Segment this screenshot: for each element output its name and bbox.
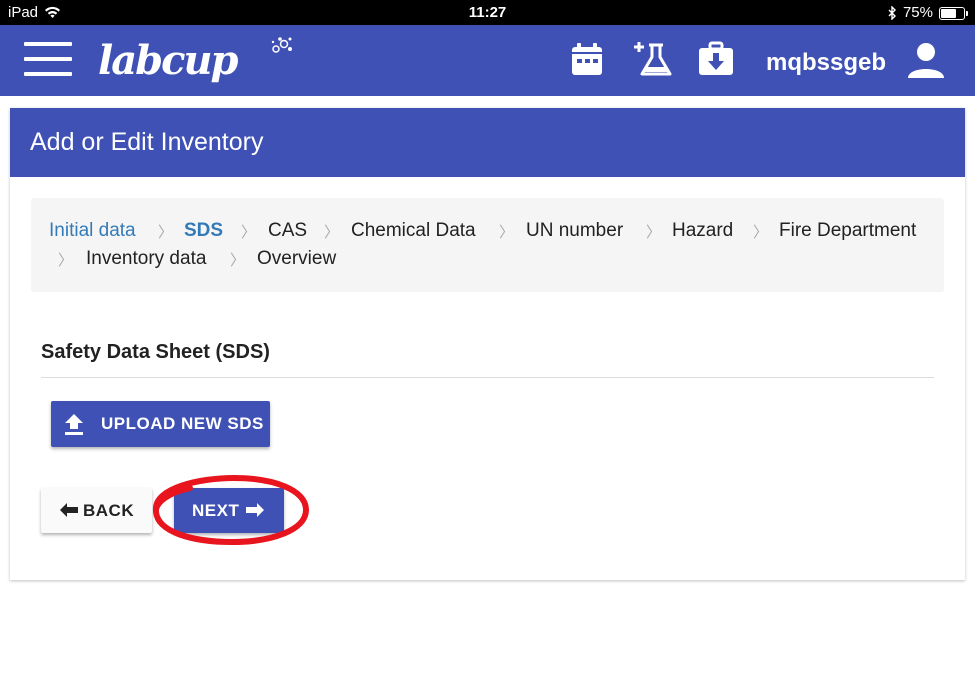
battery-level [941,8,956,18]
breadcrumb-separator: 〉 [646,224,662,241]
breadcrumb-un-number[interactable]: UN number [526,220,623,242]
next-button[interactable]: NEXT [174,488,284,533]
user-icon[interactable] [906,40,946,80]
breadcrumb-chemical-data[interactable]: Chemical Data [351,220,476,242]
breadcrumb-separator: 〉 [158,224,174,241]
divider [41,377,934,378]
page-title: Add or Edit Inventory [30,128,264,156]
app-bar: labcup mqbssgeb [0,25,975,96]
logo-text: labcup [98,37,238,84]
breadcrumb-separator: 〉 [753,224,769,241]
arrow-right-icon [246,503,264,517]
back-button[interactable]: BACK [41,488,152,533]
briefcase-download-icon[interactable] [696,39,736,79]
breadcrumb-separator: 〉 [241,224,257,241]
bluetooth-icon [888,5,896,20]
bubbles-icon [271,37,292,53]
calendar-icon[interactable] [567,39,607,79]
breadcrumb-separator: 〉 [230,252,246,269]
section-title: Safety Data Sheet (SDS) [41,341,270,363]
upload-icon [65,414,83,435]
arrow-left-icon [60,503,78,517]
upload-button-label: UPLOAD NEW SDS [101,414,264,433]
status-right: 75% [888,4,968,21]
breadcrumb-inventory-data[interactable]: Inventory data [86,248,206,270]
breadcrumb-initial-data[interactable]: Initial data [49,220,136,242]
next-button-label: NEXT [192,501,240,520]
clock: 11:27 [468,4,507,21]
status-bar: iPad 11:27 75% [0,0,975,25]
inventory-card: Add or Edit Inventory Initial data 〉 SDS… [10,108,965,580]
back-button-label: BACK [83,501,135,520]
menu-icon[interactable] [24,42,72,76]
breadcrumb-separator: 〉 [499,224,515,241]
breadcrumb: Initial data 〉 SDS 〉 CAS 〉 Chemical Data… [31,198,944,292]
upload-new-sds-button[interactable]: UPLOAD NEW SDS [51,401,270,447]
breadcrumb-overview[interactable]: Overview [257,248,336,270]
breadcrumb-fire-department[interactable]: Fire Department [779,220,916,242]
battery-percent: 75% [902,4,933,21]
card-header: Add or Edit Inventory [10,108,965,177]
breadcrumb-separator: 〉 [58,252,74,269]
add-flask-icon[interactable] [632,39,672,79]
breadcrumb-separator: 〉 [324,224,340,241]
battery-icon [939,6,968,20]
breadcrumb-sds[interactable]: SDS [184,220,223,242]
breadcrumb-hazard[interactable]: Hazard [672,220,733,242]
labcup-logo[interactable]: labcup [98,37,292,84]
username[interactable]: mqbssgeb [766,49,886,77]
breadcrumb-cas[interactable]: CAS [268,220,307,242]
